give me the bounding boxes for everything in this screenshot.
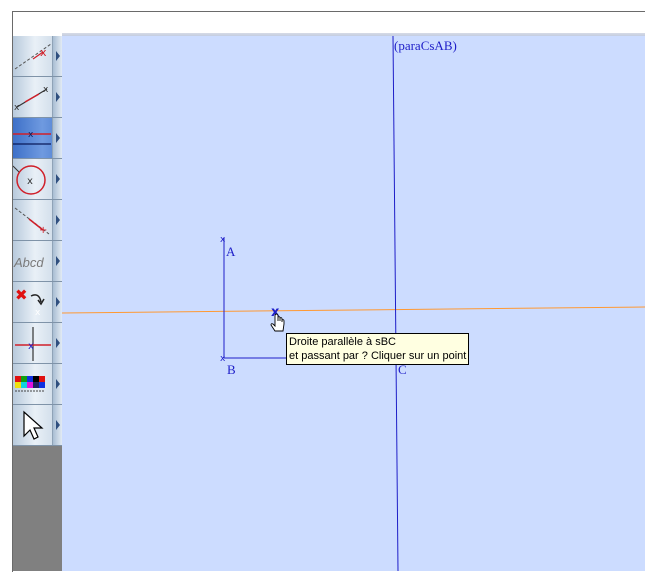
line-icon: x bbox=[14, 43, 52, 70]
svg-text:x: x bbox=[43, 85, 49, 95]
tool-line[interactable]: x bbox=[13, 36, 62, 77]
line-label-paraCsAB: (paraCsAB) bbox=[394, 38, 457, 53]
tool-expand-arrow[interactable] bbox=[52, 323, 62, 363]
parallel-line-icon: x bbox=[13, 130, 51, 145]
point-B-mark[interactable]: x bbox=[220, 354, 226, 364]
tool-text-sample: Abcd bbox=[13, 255, 44, 270]
point-on-line-icon: + bbox=[14, 207, 50, 236]
color-palette-icon bbox=[15, 376, 45, 392]
tool-color-palette[interactable] bbox=[13, 364, 62, 405]
tool-expand-arrow[interactable] bbox=[52, 77, 62, 117]
parallel-line-paraCsAB[interactable] bbox=[392, 36, 399, 571]
svg-text:x: x bbox=[40, 46, 47, 59]
svg-text:✖: ✖ bbox=[15, 286, 28, 304]
tool-text-label[interactable]: Abcd bbox=[13, 241, 62, 282]
svg-text:+: + bbox=[39, 225, 47, 236]
svg-text:x: x bbox=[28, 130, 34, 140]
tool-hint-tooltip: Droite parallèle à sBC et passant par ? … bbox=[286, 333, 470, 365]
text-label-icon: Abcd bbox=[13, 255, 44, 270]
tool-parallel[interactable]: x bbox=[13, 118, 62, 159]
tooltip-line-1: Droite parallèle à sBC bbox=[289, 336, 396, 348]
svg-text:x: x bbox=[28, 341, 34, 352]
tool-expand-arrow[interactable] bbox=[52, 241, 62, 281]
tool-palette: x x x x x + Abcd ✖ x x bbox=[13, 36, 62, 571]
tool-point-on-line[interactable]: + bbox=[13, 200, 62, 241]
pointer-arrow-icon bbox=[23, 410, 44, 440]
point-A-label: A bbox=[226, 244, 236, 259]
preview-parallel-line bbox=[62, 306, 645, 314]
intersection-icon: x bbox=[15, 327, 51, 361]
drawing-canvas[interactable]: x x x (paraCsAB) A B C bbox=[62, 36, 645, 571]
tool-expand-arrow[interactable] bbox=[52, 200, 62, 240]
tool-expand-arrow[interactable] bbox=[52, 282, 62, 322]
delete-icon: ✖ x bbox=[15, 286, 45, 318]
svg-text:x: x bbox=[27, 176, 33, 187]
svg-text:x: x bbox=[35, 308, 41, 318]
tool-expand-arrow[interactable] bbox=[52, 118, 62, 158]
tool-expand-arrow[interactable] bbox=[52, 159, 62, 199]
tool-expand-arrow[interactable] bbox=[52, 36, 62, 76]
segment-icon: x x bbox=[14, 85, 49, 113]
tooltip-line-2: et passant par ? Cliquer sur un point bbox=[289, 350, 467, 362]
tool-expand-arrow[interactable] bbox=[52, 405, 62, 445]
point-B-label: B bbox=[227, 362, 236, 377]
tool-pointer[interactable] bbox=[13, 405, 62, 446]
tool-circle[interactable]: x bbox=[13, 159, 62, 200]
svg-text:x: x bbox=[14, 103, 20, 113]
tool-delete[interactable]: ✖ x bbox=[13, 282, 62, 323]
tool-segment[interactable]: x x bbox=[13, 77, 62, 118]
tool-intersection[interactable]: x bbox=[13, 323, 62, 364]
tool-expand-arrow[interactable] bbox=[52, 364, 62, 404]
circle-icon: x bbox=[13, 165, 46, 195]
geometry-figure: x x x bbox=[62, 36, 645, 571]
